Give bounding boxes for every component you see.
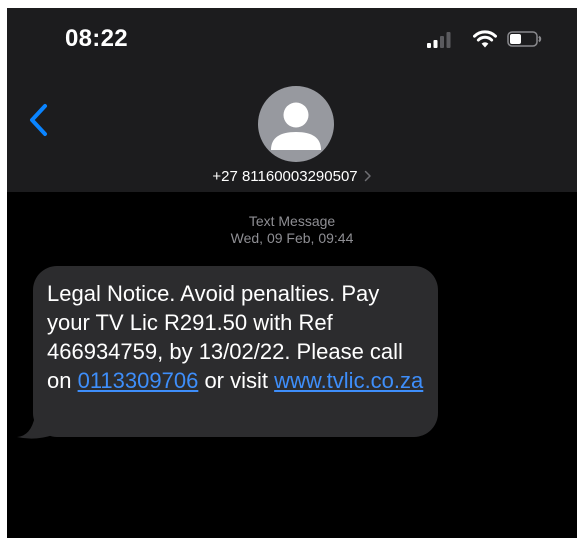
chevron-left-icon[interactable] bbox=[25, 100, 55, 140]
contact-name-button[interactable]: +27 81160003290507 bbox=[7, 162, 577, 190]
contact-avatar[interactable] bbox=[258, 86, 334, 162]
message-text-between: or visit bbox=[198, 368, 275, 393]
wifi-icon bbox=[473, 30, 497, 48]
phone-screen: 08:22 +27 81160003290507 Text Message We… bbox=[7, 8, 577, 538]
contact-number: +27 81160003290507 bbox=[212, 167, 358, 185]
message-date-label: Wed, 09 Feb, 09:44 bbox=[230, 230, 354, 246]
battery-icon bbox=[507, 31, 542, 47]
person-silhouette-icon bbox=[271, 102, 321, 150]
message-type-label: Text Message bbox=[248, 213, 336, 229]
message-timestamp: Text Message Wed, 09 Feb, 09:44 bbox=[7, 213, 577, 247]
message-bubble[interactable]: Legal Notice. Avoid penalties. Pay your … bbox=[33, 266, 438, 437]
url-link[interactable]: www.tvlic.co.za bbox=[274, 368, 423, 393]
conversation-header: 08:22 +27 81160003290507 bbox=[7, 8, 577, 192]
cellular-signal-icon bbox=[427, 32, 451, 48]
status-time: 08:22 bbox=[65, 25, 128, 52]
chevron-right-icon bbox=[364, 170, 371, 182]
phone-link[interactable]: 0113309706 bbox=[78, 368, 199, 393]
